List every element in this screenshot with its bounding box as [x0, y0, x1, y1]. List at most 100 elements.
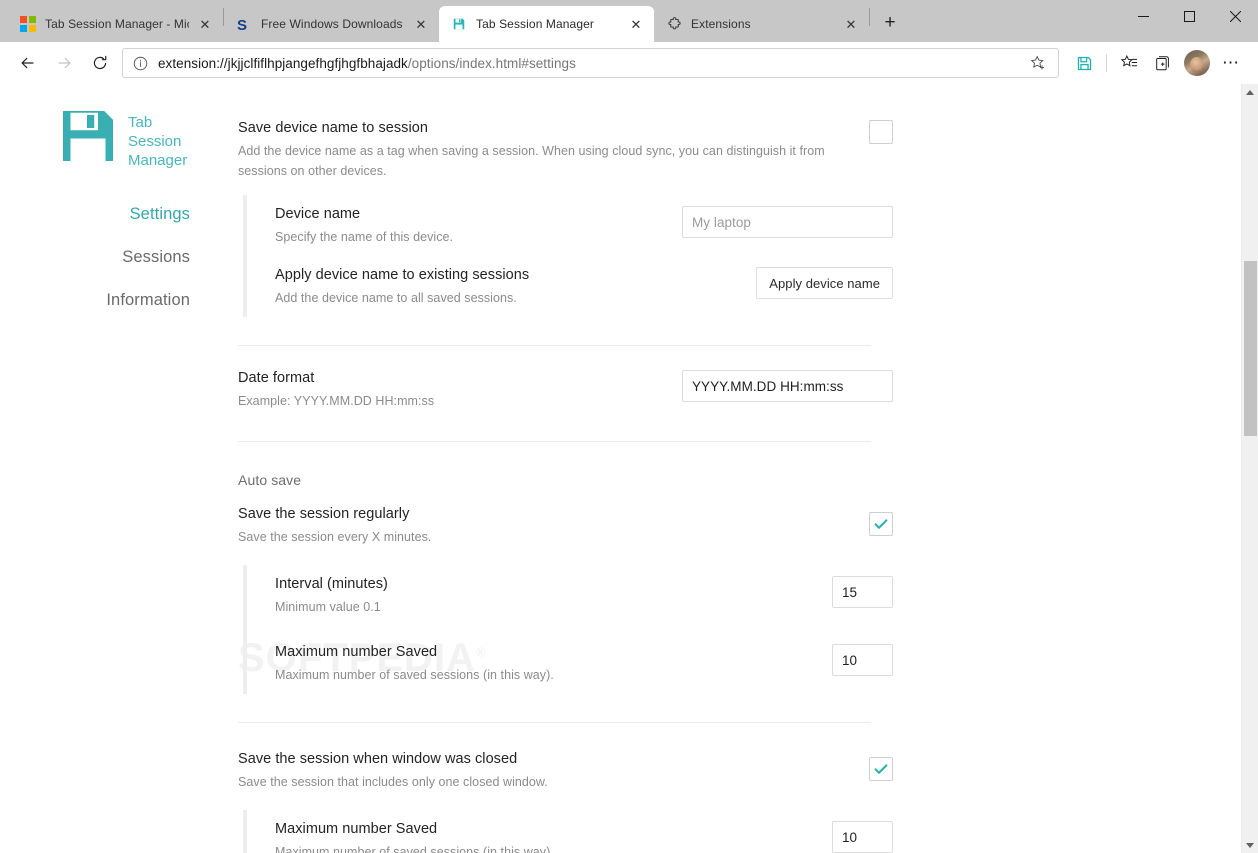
browser-more-menu-button[interactable]: ⋯ — [1214, 47, 1248, 79]
forward-button[interactable] — [46, 47, 82, 79]
toolbar-divider — [1106, 54, 1107, 72]
profile-avatar[interactable] — [1184, 50, 1210, 76]
scroll-up-arrow-icon[interactable] — [1242, 84, 1258, 101]
section-divider — [238, 441, 871, 443]
setting-texts: Maximum number Saved Maximum number of s… — [275, 642, 832, 685]
regular-max-saved-input[interactable]: 10 — [832, 644, 893, 677]
page-scrollbar[interactable] — [1241, 84, 1258, 853]
save-device-name-checkbox[interactable] — [869, 120, 893, 144]
sidebar-item-sessions[interactable]: Sessions — [122, 236, 190, 279]
browser-tab-3[interactable]: Extensions ✕ — [654, 6, 869, 42]
address-bar[interactable]: extension://jkjjclfiflhpjangefhgfjhgfbha… — [122, 48, 1059, 78]
sidebar-nav: Settings Sessions Information — [0, 193, 212, 322]
brand-line-2: Session — [128, 133, 182, 151]
tab-close-button[interactable]: ✕ — [195, 14, 215, 34]
setting-texts: Interval (minutes) Minimum value 0.1 — [275, 574, 832, 617]
setting-description: Save the session every X minutes. — [238, 530, 432, 545]
setting-texts: Save device name to session Add the devi… — [238, 118, 869, 181]
setting-control: Apply device name — [756, 265, 893, 300]
tab-close-button[interactable]: ✕ — [626, 14, 646, 34]
sidebar: Tab Session Manager Settings Sessions In… — [0, 84, 212, 853]
setting-title: Maximum number Saved — [275, 644, 438, 661]
tab-title: Tab Session Manager - Microsoft — [45, 17, 189, 31]
setting-description: Minimum value 0.1 — [275, 600, 381, 615]
browser-window: Tab Session Manager - Microsoft ✕ S Free… — [0, 0, 1258, 853]
setting-texts: Save the session regularly Save the sess… — [238, 504, 869, 547]
setting-save-device-name: Save device name to session Add the devi… — [238, 112, 893, 185]
reload-button[interactable] — [82, 47, 118, 79]
sidebar-item-settings[interactable]: Settings — [130, 193, 190, 236]
setting-interval: Interval (minutes) Minimum value 0.1 15 — [275, 565, 893, 626]
svg-text:S: S — [237, 17, 247, 32]
setting-title: Device name — [275, 206, 361, 223]
brand-line-3: Manager — [128, 152, 188, 170]
setting-description: Maximum number of saved sessions (in thi… — [275, 845, 554, 853]
extension-options-page: SOFTPEDIA® Tab Session Manager Settings … — [0, 84, 1241, 853]
auto-save-section-label: Auto save — [238, 472, 302, 489]
setting-texts: Apply device name to existing sessions A… — [275, 265, 756, 308]
setting-description: Specify the name of this device. — [275, 230, 454, 245]
setting-description: Save the session that includes only one … — [238, 775, 548, 790]
browser-toolbar: extension://jkjjclfiflhpjangefhgfjhgfbha… — [0, 42, 1258, 84]
setting-regular-max-saved: Maximum number Saved Maximum number of s… — [275, 626, 893, 694]
tab-close-button[interactable]: ✕ — [841, 14, 861, 34]
setting-title: Date format — [238, 370, 315, 387]
device-name-subgroup: Device name Specify the name of this dev… — [243, 195, 893, 318]
window-close-subgroup: Maximum number Saved Maximum number of s… — [243, 810, 893, 853]
brand-title: Tab Session Manager — [128, 106, 190, 171]
tab-close-button[interactable]: ✕ — [411, 14, 431, 34]
setting-control: 10 — [832, 642, 893, 677]
setting-control: My laptop — [682, 204, 893, 239]
setting-control — [869, 118, 893, 144]
tab-title: Free Windows Downloads — [261, 17, 403, 31]
favorites-hub-icon[interactable] — [1112, 47, 1146, 79]
back-button[interactable] — [10, 47, 46, 79]
site-info-icon[interactable] — [133, 56, 148, 71]
minimize-button[interactable] — [1120, 0, 1166, 32]
save-on-window-close-checkbox[interactable] — [869, 757, 893, 782]
floppy-disk-logo-icon — [63, 111, 113, 161]
setting-control — [869, 749, 893, 782]
interval-minutes-input[interactable]: 15 — [832, 576, 893, 609]
maximize-button[interactable] — [1166, 0, 1212, 32]
sidebar-item-information[interactable]: Information — [106, 279, 190, 322]
softpedia-s-icon: S — [236, 16, 252, 32]
setting-save-regularly: Save the session regularly Save the sess… — [238, 494, 893, 551]
browser-tab-2[interactable]: Tab Session Manager ✕ — [439, 6, 654, 42]
setting-texts: Device name Specify the name of this dev… — [275, 204, 682, 247]
url-path: /options/index.html#settings — [407, 55, 576, 71]
scrollbar-track[interactable] — [1242, 101, 1258, 836]
puzzle-piece-icon — [666, 16, 682, 32]
setting-device-name: Device name Specify the name of this dev… — [275, 195, 893, 256]
collections-icon[interactable] — [1146, 47, 1180, 79]
scroll-down-arrow-icon[interactable] — [1242, 836, 1258, 853]
regular-save-subgroup: Interval (minutes) Minimum value 0.1 15 … — [243, 565, 893, 695]
apply-device-name-button[interactable]: Apply device name — [756, 267, 893, 300]
setting-close-max-saved: Maximum number Saved Maximum number of s… — [275, 810, 893, 853]
brand-block: Tab Session Manager — [58, 106, 212, 171]
scrollbar-thumb[interactable] — [1243, 261, 1257, 436]
url-text: extension://jkjjclfiflhpjangefhgfjhgfbha… — [158, 56, 1024, 71]
tab-session-manager-extension-icon[interactable] — [1067, 47, 1101, 79]
setting-apply-device-name: Apply device name to existing sessions A… — [275, 256, 893, 317]
date-format-input[interactable]: YYYY.MM.DD HH:mm:ss — [682, 370, 893, 403]
page-viewport: SOFTPEDIA® Tab Session Manager Settings … — [0, 84, 1258, 853]
browser-tab-0[interactable]: Tab Session Manager - Microsoft ✕ — [8, 6, 223, 42]
setting-texts: Date format Example: YYYY.MM.DD HH:mm:ss — [238, 368, 682, 411]
setting-control: YYYY.MM.DD HH:mm:ss — [682, 368, 893, 403]
setting-title: Maximum number Saved — [275, 821, 438, 838]
floppy-disk-icon — [451, 16, 467, 32]
setting-description: Add the device name to all saved session… — [275, 291, 517, 306]
setting-description: Maximum number of saved sessions (in thi… — [275, 668, 554, 683]
browser-tab-1[interactable]: S Free Windows Downloads ✕ — [224, 6, 439, 42]
browser-titlebar: Tab Session Manager - Microsoft ✕ S Free… — [0, 0, 1258, 42]
close-button[interactable] — [1212, 0, 1258, 32]
add-favorite-icon[interactable] — [1024, 50, 1052, 76]
device-name-input[interactable]: My laptop — [682, 206, 893, 239]
new-tab-button[interactable]: + — [876, 9, 904, 37]
tab-title: Extensions — [691, 17, 751, 31]
close-max-saved-input[interactable]: 10 — [832, 821, 893, 853]
setting-texts: Maximum number Saved Maximum number of s… — [275, 819, 832, 853]
save-regularly-checkbox[interactable] — [869, 512, 893, 537]
setting-description: Example: YYYY.MM.DD HH:mm:ss — [238, 394, 435, 409]
